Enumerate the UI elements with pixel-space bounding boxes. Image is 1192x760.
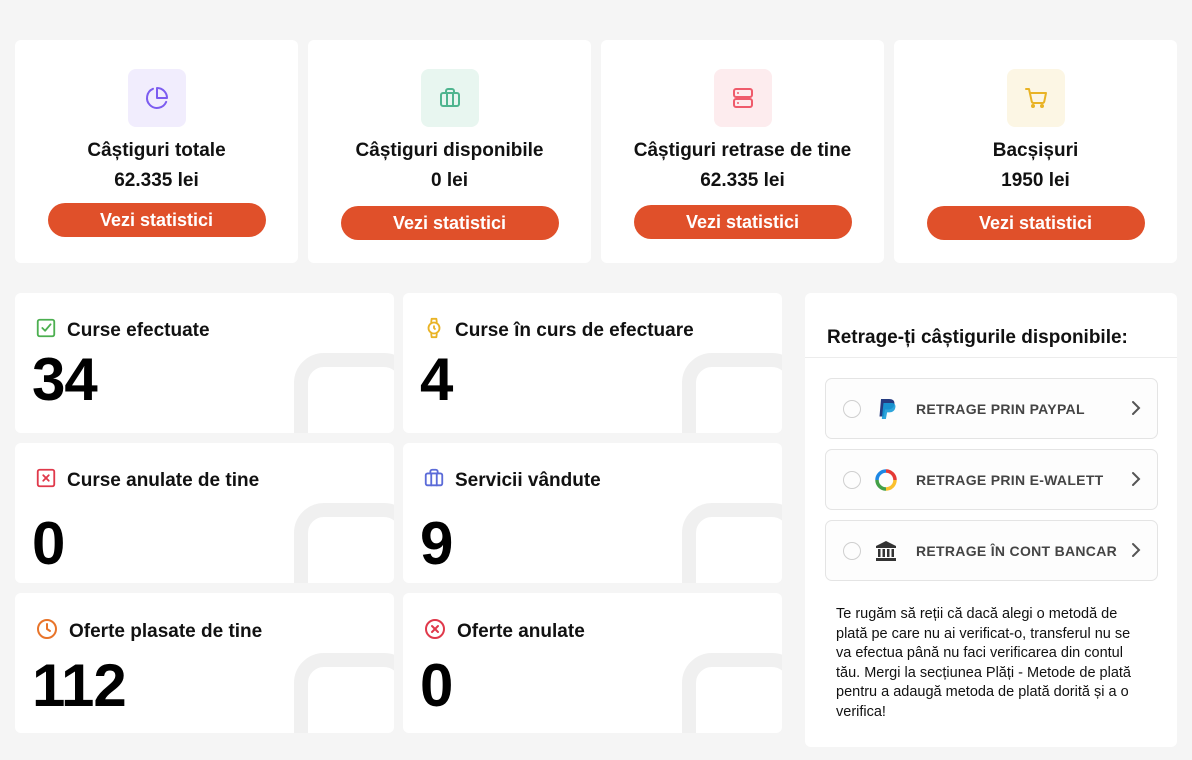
withdraw-title: Retrage-ți câștigurile disponibile: <box>827 327 1128 348</box>
paypal-icon <box>874 397 898 421</box>
stat-card-offers-placed: Oferte plasate de tine 112 <box>15 593 394 733</box>
withdraw-note: Te rugăm să reții că dacă alegi o metodă… <box>836 606 1131 720</box>
withdraw-option-ewallet[interactable]: RETRAGE PRIN E-WALETT <box>825 449 1158 510</box>
stat-label: Oferte plasate de tine <box>69 620 263 642</box>
stat-value: 0 <box>420 652 453 719</box>
earnings-value: 1950 lei <box>1001 170 1070 191</box>
radio-button[interactable] <box>843 400 861 418</box>
earnings-card-total: Câștiguri totale 62.335 lei Vezi statist… <box>15 40 298 263</box>
earnings-value: 62.335 lei <box>114 170 199 191</box>
briefcase-icon <box>423 467 445 494</box>
withdraw-option-label: RETRAGE ÎN CONT BANCAR <box>916 543 1118 559</box>
earnings-title: Câștiguri retrase de tine <box>633 140 852 161</box>
chevron-right-icon <box>1129 399 1143 422</box>
withdraw-option-label: RETRAGE PRIN PAYPAL <box>916 401 1085 417</box>
cart-icon <box>1006 69 1065 127</box>
withdraw-option-label: RETRAGE PRIN E-WALETT <box>916 472 1104 488</box>
earnings-value: 0 lei <box>431 170 468 191</box>
stat-value: 4 <box>420 346 453 413</box>
stat-label: Curse efectuate <box>67 319 210 341</box>
background-decoration <box>294 653 394 733</box>
view-stats-button[interactable]: Vezi statistici <box>926 206 1145 240</box>
withdraw-option-paypal[interactable]: RETRAGE PRIN PAYPAL <box>825 378 1158 439</box>
earnings-card-withdrawn: Câștiguri retrase de tine 62.335 lei Vez… <box>601 40 884 263</box>
watch-icon <box>423 317 445 344</box>
view-stats-button[interactable]: Vezi statistici <box>47 203 266 237</box>
earnings-card-available: Câștiguri disponibile 0 lei Vezi statist… <box>308 40 591 263</box>
stat-card-rides-in-progress: Curse în curs de efectuare 4 <box>403 293 782 433</box>
x-circle-icon <box>423 617 447 646</box>
chevron-right-icon <box>1129 541 1143 564</box>
stat-label: Curse în curs de efectuare <box>455 319 694 341</box>
stat-value: 34 <box>32 346 98 413</box>
earnings-title: Câștiguri totale <box>87 140 226 161</box>
stat-label: Servicii vândute <box>455 469 601 491</box>
view-stats-button[interactable]: Vezi statistici <box>340 206 559 240</box>
bank-icon <box>874 539 898 563</box>
withdraw-option-bank[interactable]: RETRAGE ÎN CONT BANCAR <box>825 520 1158 581</box>
radio-button[interactable] <box>843 542 861 560</box>
stat-value: 0 <box>32 510 65 577</box>
briefcase-icon <box>420 69 479 127</box>
background-decoration <box>294 353 394 433</box>
x-square-icon <box>35 467 57 494</box>
earnings-card-tips: Bacșișuri 1950 lei Vezi statistici <box>894 40 1177 263</box>
stat-card-completed-rides: Curse efectuate 34 <box>15 293 394 433</box>
background-decoration <box>682 653 782 733</box>
divider <box>805 357 1177 358</box>
pie-chart-icon <box>127 69 186 127</box>
stat-card-offers-cancelled: Oferte anulate 0 <box>403 593 782 733</box>
background-decoration <box>682 353 782 433</box>
stat-card-services-sold: Servicii vândute 9 <box>403 443 782 583</box>
stat-label: Curse anulate de tine <box>67 469 260 491</box>
withdraw-panel: Retrage-ți câștigurile disponibile: RETR… <box>805 293 1177 747</box>
stat-card-cancelled-rides: Curse anulate de tine 0 <box>15 443 394 583</box>
background-decoration <box>682 503 782 583</box>
stat-value: 112 <box>32 652 127 719</box>
earnings-value: 62.335 lei <box>700 170 785 191</box>
check-square-icon <box>35 317 57 344</box>
clock-icon <box>35 617 59 646</box>
server-icon <box>713 69 772 127</box>
earnings-title: Câștiguri disponibile <box>355 140 544 161</box>
background-decoration <box>294 503 394 583</box>
ewallet-icon <box>874 468 898 492</box>
stat-value: 9 <box>420 510 453 577</box>
stat-label: Oferte anulate <box>457 620 585 642</box>
earnings-title: Bacșișuri <box>992 140 1079 161</box>
radio-button[interactable] <box>843 471 861 489</box>
view-stats-button[interactable]: Vezi statistici <box>633 205 852 239</box>
chevron-right-icon <box>1129 470 1143 493</box>
